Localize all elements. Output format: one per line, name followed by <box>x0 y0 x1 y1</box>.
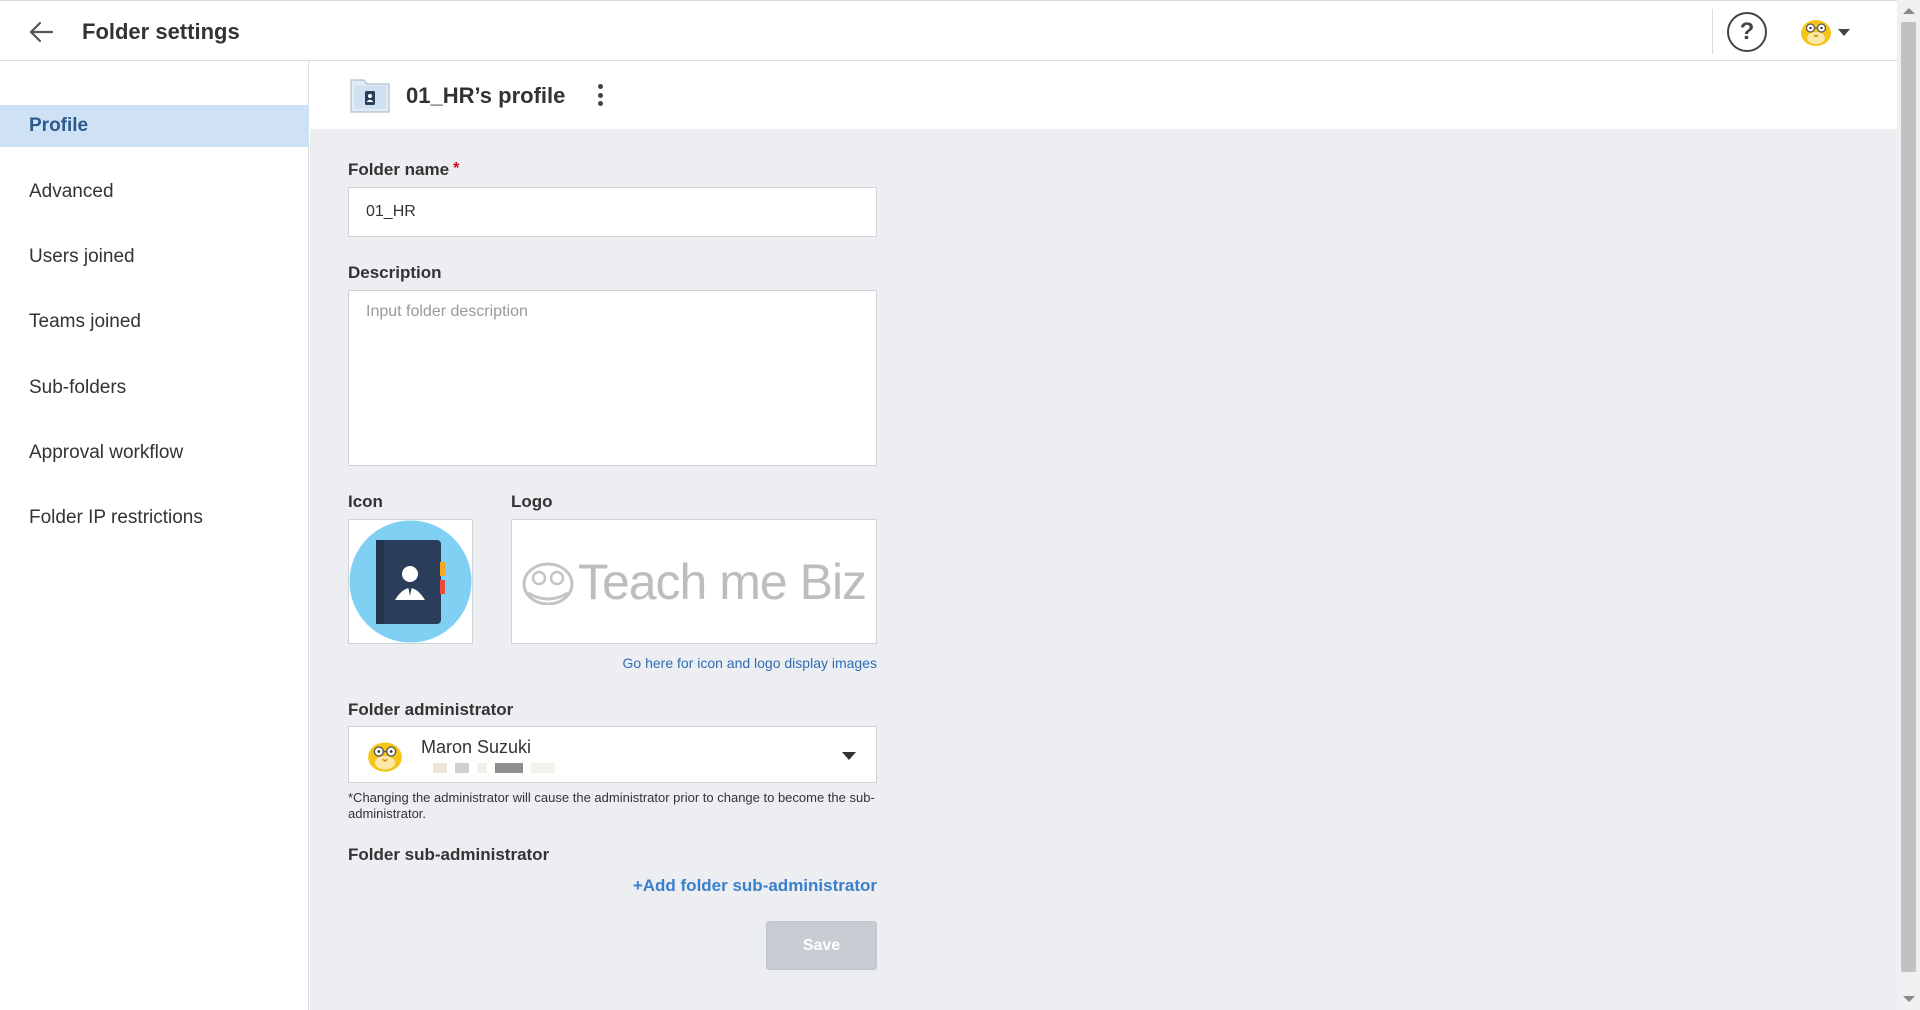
profile-header: 01_HR’s profile <box>310 61 1897 129</box>
folder-admin-label: Folder administrator <box>348 700 514 719</box>
logo-owl-icon <box>522 562 574 605</box>
icon-picker[interactable] <box>348 519 473 644</box>
admin-change-note: *Changing the administrator will cause t… <box>348 790 875 821</box>
add-sub-admin-link[interactable]: +Add folder sub-administrator <box>630 876 877 896</box>
scroll-down-arrow-icon[interactable] <box>1903 996 1915 1002</box>
user-menu-button[interactable] <box>1800 17 1850 47</box>
sidebar-item-teams-joined[interactable]: Teams joined <box>0 301 309 343</box>
page-title: Folder settings <box>82 19 240 44</box>
avatar-icon <box>1801 20 1831 46</box>
description-textarea[interactable] <box>348 290 877 466</box>
description-label: Description <box>348 263 442 282</box>
sidebar-item-sub-folders[interactable]: Sub-folders <box>0 367 309 409</box>
folder-admin-select[interactable]: Maron Suzuki <box>348 726 877 783</box>
admin-name: Maron Suzuki <box>421 737 532 757</box>
logo-text: Teach me Biz <box>577 553 867 610</box>
header-divider <box>1712 9 1713 54</box>
save-button[interactable]: Save <box>766 921 877 970</box>
folder-name-label: Folder name * <box>348 160 460 179</box>
help-button[interactable]: ? <box>1727 12 1767 52</box>
display-images-link[interactable]: Go here for icon and logo display images <box>623 655 877 671</box>
more-options-icon[interactable] <box>590 81 610 109</box>
avatar-icon <box>368 742 402 772</box>
sidebar-item-users-joined[interactable]: Users joined <box>0 236 309 278</box>
icon-label: Icon <box>348 492 383 511</box>
scroll-up-arrow-icon[interactable] <box>1903 8 1915 14</box>
back-button[interactable] <box>24 15 58 49</box>
sidebar-item-folder-ip-restrictions[interactable]: Folder IP restrictions <box>0 497 309 539</box>
folder-sub-admin-label: Folder sub-administrator <box>348 845 550 864</box>
main-content: 01_HR’s profile Folder name* Description… <box>310 61 1897 1010</box>
chevron-down-icon <box>1838 28 1850 36</box>
sidebar-item-approval-workflow[interactable]: Approval workflow <box>0 432 309 474</box>
sidebar: Profile Advanced Users joined Teams join… <box>0 61 309 1010</box>
top-header: Folder settings ? <box>0 0 1897 61</box>
arrow-left-icon <box>29 21 54 43</box>
admin-email-redacted <box>433 763 555 773</box>
logo-picker[interactable]: Teach me Biz <box>511 519 877 644</box>
folder-profile-title: 01_HR’s profile <box>406 83 566 108</box>
folder-contact-book-icon <box>349 520 472 643</box>
scroll-thumb[interactable] <box>1901 22 1916 972</box>
logo-label: Logo <box>511 492 553 511</box>
folder-name-input[interactable] <box>348 187 877 237</box>
question-icon: ? <box>1739 18 1755 45</box>
vertical-scrollbar[interactable] <box>1897 0 1920 1010</box>
sidebar-item-advanced[interactable]: Advanced <box>0 171 309 213</box>
folder-icon <box>350 76 390 113</box>
sidebar-item-profile[interactable]: Profile <box>0 105 309 147</box>
required-mark: * <box>453 160 460 177</box>
chevron-down-icon <box>842 752 856 760</box>
